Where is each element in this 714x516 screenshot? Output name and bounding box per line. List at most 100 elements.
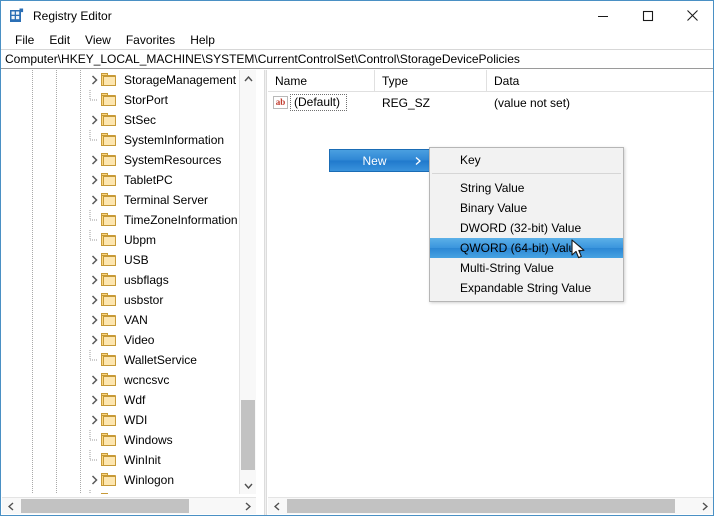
tree-vertical-scrollbar[interactable] [239, 70, 256, 494]
tree-item-systemresources[interactable]: SystemResources [2, 150, 239, 170]
context-menu-item-key[interactable]: Key [430, 150, 623, 170]
tree-item-label: WalletService [122, 352, 200, 368]
tree-item-windows[interactable]: Windows [2, 430, 239, 450]
context-menu-separator [432, 173, 621, 174]
tree-item-tabletpc[interactable]: TabletPC [2, 170, 239, 190]
tree-row-container: StorageManagementStorPortStSecSystemInfo… [2, 70, 239, 494]
tree-item-storport[interactable]: StorPort [2, 90, 239, 110]
tree-item-ubpm[interactable]: Ubpm [2, 230, 239, 250]
tree-item-winlogon[interactable]: Winlogon [2, 470, 239, 490]
folder-icon [101, 93, 117, 107]
registry-tree[interactable]: StorageManagementStorPortStSecSystemInfo… [2, 70, 239, 494]
chevron-right-icon[interactable] [87, 110, 101, 130]
chevron-right-icon[interactable] [87, 170, 101, 190]
tree-item-label: SystemResources [122, 152, 224, 168]
tree-item-storagemanagement[interactable]: StorageManagement [2, 70, 239, 90]
context-menu-item-binary-value[interactable]: Binary Value [430, 198, 623, 218]
tree-item-van[interactable]: VAN [2, 310, 239, 330]
registry-tree-pane: StorageManagementStorPortStSecSystemInfo… [2, 70, 264, 494]
chevron-right-icon[interactable] [87, 310, 101, 330]
scroll-up-icon[interactable] [240, 70, 256, 87]
registry-icon [9, 8, 25, 24]
menu-edit[interactable]: Edit [42, 32, 78, 48]
tree-item-winresume[interactable]: Winresume [2, 490, 239, 494]
chevron-right-icon[interactable] [87, 250, 101, 270]
tree-indent [2, 190, 87, 210]
tree-leaf-connector [87, 430, 101, 450]
context-menu-item-dword-32-bit-value[interactable]: DWORD (32-bit) Value [430, 218, 623, 238]
scroll-right-icon[interactable] [239, 498, 256, 514]
tree-item-video[interactable]: Video [2, 330, 239, 350]
context-menu-item-string-value[interactable]: String Value [430, 178, 623, 198]
context-submenu-new: Key String ValueBinary ValueDWORD (32-bit… [429, 147, 624, 302]
tree-item-wcncsvc[interactable]: wcncsvc [2, 370, 239, 390]
address-bar[interactable]: Computer\HKEY_LOCAL_MACHINE\SYSTEM\Curre… [1, 49, 714, 69]
column-header-name[interactable]: Name [268, 70, 375, 91]
window-controls [580, 1, 714, 30]
column-header-data[interactable]: Data [487, 70, 714, 91]
tree-item-walletservice[interactable]: WalletService [2, 350, 239, 370]
scroll-right-icon[interactable] [696, 498, 713, 514]
scroll-left-icon[interactable] [268, 498, 285, 514]
menu-file[interactable]: File [8, 32, 42, 48]
tree-indent [2, 330, 87, 350]
tree-indent [2, 390, 87, 410]
tree-item-timezoneinformation[interactable]: TimeZoneInformation [2, 210, 239, 230]
pane-splitter[interactable] [264, 70, 267, 516]
tree-item-wdf[interactable]: Wdf [2, 390, 239, 410]
chevron-right-icon[interactable] [87, 70, 101, 90]
chevron-right-icon[interactable] [87, 410, 101, 430]
tree-item-wininit[interactable]: WinInit [2, 450, 239, 470]
context-menu-new-item[interactable]: New [329, 149, 430, 172]
tree-leaf-connector [87, 210, 101, 230]
scroll-down-icon[interactable] [240, 477, 256, 494]
tree-item-wdi[interactable]: WDI [2, 410, 239, 430]
folder-icon [101, 473, 117, 487]
close-button[interactable] [670, 1, 714, 30]
chevron-right-icon[interactable] [87, 390, 101, 410]
tree-leaf-connector [87, 230, 101, 250]
context-menu-item-expandable-string-value[interactable]: Expandable String Value [430, 278, 623, 298]
folder-icon [101, 113, 117, 127]
chevron-right-icon[interactable] [87, 190, 101, 210]
tree-leaf-connector [87, 490, 101, 494]
folder-icon [101, 373, 117, 387]
string-value-icon: ab [273, 96, 288, 109]
tree-indent [2, 130, 87, 150]
chevron-right-icon[interactable] [87, 330, 101, 350]
tree-item-terminal-server[interactable]: Terminal Server [2, 190, 239, 210]
title-bar: Registry Editor [1, 1, 714, 30]
context-menu-item-qword-64-bit-value[interactable]: QWORD (64-bit) Value [430, 238, 623, 258]
registry-editor-window: Registry Editor File Edit View Favorites… [0, 0, 714, 516]
value-name-label: (Default) [290, 94, 347, 111]
tree-indent [2, 490, 87, 494]
chevron-right-icon[interactable] [87, 150, 101, 170]
tree-indent [2, 450, 87, 470]
tree-item-label: VAN [122, 312, 151, 328]
chevron-right-icon[interactable] [87, 470, 101, 490]
chevron-right-icon[interactable] [87, 370, 101, 390]
maximize-button[interactable] [625, 1, 670, 30]
tree-item-stsec[interactable]: StSec [2, 110, 239, 130]
menu-favorites[interactable]: Favorites [119, 32, 183, 48]
scroll-left-icon[interactable] [2, 498, 19, 514]
chevron-right-icon[interactable] [87, 290, 101, 310]
tree-scrollbar-thumb[interactable] [241, 400, 255, 470]
column-header-type[interactable]: Type [375, 70, 487, 91]
menu-help[interactable]: Help [183, 32, 223, 48]
menu-view[interactable]: View [78, 32, 119, 48]
minimize-button[interactable] [580, 1, 625, 30]
context-menu-item-multi-string-value[interactable]: Multi-String Value [430, 258, 623, 278]
tree-horizontal-scrollbar[interactable] [2, 497, 256, 514]
tree-item-systeminformation[interactable]: SystemInformation [2, 130, 239, 150]
list-hscroll-thumb[interactable] [287, 499, 675, 513]
tree-item-usb[interactable]: USB [2, 250, 239, 270]
tree-item-usbflags[interactable]: usbflags [2, 270, 239, 290]
tree-item-usbstor[interactable]: usbstor [2, 290, 239, 310]
tree-leaf-connector [87, 350, 101, 370]
folder-icon [101, 293, 117, 307]
tree-hscroll-thumb[interactable] [21, 499, 189, 513]
chevron-right-icon[interactable] [87, 270, 101, 290]
table-row[interactable]: ab (Default) REG_SZ (value not set) [268, 92, 714, 113]
list-horizontal-scrollbar[interactable] [268, 497, 713, 514]
